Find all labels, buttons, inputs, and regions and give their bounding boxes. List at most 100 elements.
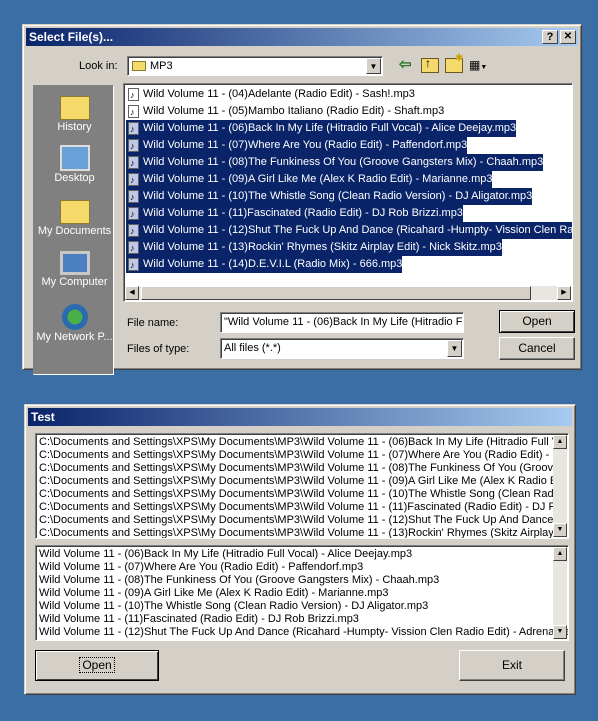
audio-file-icon <box>128 223 139 240</box>
test-exit-button[interactable]: Exit <box>459 650 565 681</box>
select-files-dialog: Select File(s)... ? ✕ Look in: MP3 ▼ ⇦ ↑… <box>22 24 582 375</box>
path-list-item[interactable]: C:\Documents and Settings\XPS\My Documen… <box>39 462 559 475</box>
file-name-label: File name: <box>127 317 179 329</box>
scroll-thumb[interactable] <box>141 286 531 300</box>
history-icon <box>59 96 90 120</box>
path-list-item[interactable]: C:\Documents and Settings\XPS\My Documen… <box>39 436 565 449</box>
look-in-combo[interactable]: MP3 ▼ <box>127 56 383 76</box>
close-button[interactable]: ✕ <box>560 30 576 44</box>
file-name-value: "Wild Volume 11 - (06)Back In My Life (H… <box>224 316 463 328</box>
audio-file-icon <box>128 240 139 257</box>
file-list-item-label: Wild Volume 11 - (12)Shut The Fuck Up An… <box>143 224 573 236</box>
open-button[interactable]: Open <box>499 310 575 333</box>
file-list-item[interactable]: Wild Volume 11 - (13)Rockin' Rhymes (Ski… <box>126 239 502 257</box>
file-list-item-label: Wild Volume 11 - (08)The Funkiness Of Yo… <box>143 156 544 168</box>
file-list-item[interactable]: Wild Volume 11 - (10)The Whistle Song (C… <box>126 188 533 206</box>
places-bar: History Desktop My Documents My Computer… <box>33 85 114 375</box>
desktop-icon <box>59 145 90 171</box>
file-list-item-label: Wild Volume 11 - (13)Rockin' Rhymes (Ski… <box>143 241 502 253</box>
name-list-item[interactable]: Wild Volume 11 - (06)Back In My Life (Hi… <box>39 548 412 561</box>
new-folder-icon[interactable]: ✱ <box>445 53 463 73</box>
dialog-titlebar[interactable]: Select File(s)... ? ✕ <box>26 28 578 46</box>
test-window: Test C:\Documents and Settings\XPS\My Do… <box>24 404 576 695</box>
scroll-right-icon[interactable]: ▶ <box>557 286 571 300</box>
file-list-item[interactable]: Wild Volume 11 - (08)The Funkiness Of Yo… <box>126 154 544 172</box>
audio-file-icon <box>128 121 139 138</box>
path-list-item[interactable]: C:\Documents and Settings\XPS\My Documen… <box>39 449 560 462</box>
audio-file-icon <box>128 189 139 206</box>
names-vertical-scrollbar[interactable]: ▲ ▼ <box>553 547 567 639</box>
place-my-computer[interactable]: My Computer <box>34 246 115 298</box>
scroll-down-icon[interactable]: ▼ <box>553 625 567 639</box>
folder-icon <box>132 61 146 71</box>
file-list-item-label: Wild Volume 11 - (05)Mambo Italiano (Rad… <box>143 105 445 117</box>
audio-file-icon <box>128 104 139 121</box>
audio-file-icon <box>128 206 139 223</box>
file-list-item[interactable]: Wild Volume 11 - (07)Where Are You (Radi… <box>126 137 468 155</box>
path-list-item[interactable]: C:\Documents and Settings\XPS\My Documen… <box>39 501 563 514</box>
dialog-title: Select File(s)... <box>29 30 114 44</box>
file-list[interactable]: Wild Volume 11 - (04)Adelante (Radio Edi… <box>123 83 573 302</box>
chevron-down-icon[interactable]: ▼ <box>366 58 381 74</box>
up-folder-icon[interactable]: ↑ <box>421 56 439 73</box>
scroll-down-icon[interactable]: ▼ <box>553 523 567 537</box>
path-list-item[interactable]: C:\Documents and Settings\XPS\My Documen… <box>39 514 553 527</box>
file-list-item[interactable]: Wild Volume 11 - (06)Back In My Life (Hi… <box>126 120 517 138</box>
my-documents-icon <box>59 200 90 224</box>
file-list-item-label: Wild Volume 11 - (11)Fascinated (Radio E… <box>143 207 463 219</box>
look-in-label: Look in: <box>79 60 118 72</box>
audio-file-icon <box>128 87 139 104</box>
test-title: Test <box>31 410 55 424</box>
place-my-documents[interactable]: My Documents <box>34 194 115 246</box>
path-list-item[interactable]: C:\Documents and Settings\XPS\My Documen… <box>39 488 562 501</box>
file-list-item[interactable]: Wild Volume 11 - (09)A Girl Like Me (Ale… <box>126 171 493 189</box>
scroll-up-icon[interactable]: ▲ <box>553 435 567 449</box>
audio-file-icon <box>128 172 139 189</box>
back-arrow-icon[interactable]: ⇦ <box>399 57 415 73</box>
name-list-item[interactable]: Wild Volume 11 - (12)Shut The Fuck Up An… <box>39 626 568 639</box>
network-globe-icon <box>61 304 88 330</box>
name-list-item[interactable]: Wild Volume 11 - (08)The Funkiness Of Yo… <box>39 574 439 587</box>
name-list-item[interactable]: Wild Volume 11 - (10)The Whistle Song (C… <box>39 600 428 613</box>
cancel-button[interactable]: Cancel <box>499 337 575 360</box>
files-of-type-value: All files (*.*) <box>224 342 281 354</box>
files-of-type-label: Files of type: <box>127 343 190 355</box>
scroll-up-icon[interactable]: ▲ <box>553 547 567 561</box>
file-list-item-label: Wild Volume 11 - (14)D.E.V.I.L (Radio Mi… <box>143 258 403 270</box>
file-list-item-label: Wild Volume 11 - (06)Back In My Life (Hi… <box>143 122 517 134</box>
path-list-item[interactable]: C:\Documents and Settings\XPS\My Documen… <box>39 527 564 538</box>
name-list-item[interactable]: Wild Volume 11 - (07)Where Are You (Radi… <box>39 561 363 574</box>
file-list-item[interactable]: Wild Volume 11 - (05)Mambo Italiano (Rad… <box>126 103 445 121</box>
place-history[interactable]: History <box>34 90 115 142</box>
file-list-item-label: Wild Volume 11 - (07)Where Are You (Radi… <box>143 139 468 151</box>
file-list-item[interactable]: Wild Volume 11 - (11)Fascinated (Radio E… <box>126 205 463 223</box>
audio-file-icon <box>128 257 139 274</box>
file-name-input[interactable]: "Wild Volume 11 - (06)Back In My Life (H… <box>220 312 464 333</box>
place-my-network[interactable]: My Network P... <box>34 298 115 350</box>
paths-list[interactable]: C:\Documents and Settings\XPS\My Documen… <box>35 433 569 539</box>
file-list-item[interactable]: Wild Volume 11 - (14)D.E.V.I.L (Radio Mi… <box>126 256 403 274</box>
view-menu-icon[interactable]: ▦▼ <box>469 58 493 73</box>
file-list-item-label: Wild Volume 11 - (09)A Girl Like Me (Ale… <box>143 173 493 185</box>
my-computer-icon <box>59 251 90 275</box>
file-list-item-label: Wild Volume 11 - (04)Adelante (Radio Edi… <box>143 88 415 100</box>
place-desktop[interactable]: Desktop <box>34 142 115 194</box>
help-button[interactable]: ? <box>542 30 558 44</box>
paths-vertical-scrollbar[interactable]: ▲ ▼ <box>553 435 567 537</box>
names-list[interactable]: Wild Volume 11 - (06)Back In My Life (Hi… <box>35 545 569 641</box>
test-open-button[interactable]: Open <box>35 650 159 681</box>
file-list-item[interactable]: Wild Volume 11 - (04)Adelante (Radio Edi… <box>126 86 415 104</box>
file-list-item-label: Wild Volume 11 - (10)The Whistle Song (C… <box>143 190 533 202</box>
name-list-item[interactable]: Wild Volume 11 - (09)A Girl Like Me (Ale… <box>39 587 388 600</box>
path-list-item[interactable]: C:\Documents and Settings\XPS\My Documen… <box>39 475 563 488</box>
files-of-type-combo[interactable]: All files (*.*) ▼ <box>220 338 464 359</box>
audio-file-icon <box>128 155 139 172</box>
audio-file-icon <box>128 138 139 155</box>
chevron-down-icon[interactable]: ▼ <box>447 340 462 357</box>
look-in-value: MP3 <box>150 60 173 72</box>
name-list-item[interactable]: Wild Volume 11 - (11)Fascinated (Radio E… <box>39 613 359 626</box>
test-titlebar[interactable]: Test <box>28 408 572 426</box>
scroll-left-icon[interactable]: ◀ <box>125 286 139 300</box>
file-list-item[interactable]: Wild Volume 11 - (12)Shut The Fuck Up An… <box>126 222 573 240</box>
horizontal-scrollbar[interactable]: ◀ ▶ <box>125 286 571 300</box>
